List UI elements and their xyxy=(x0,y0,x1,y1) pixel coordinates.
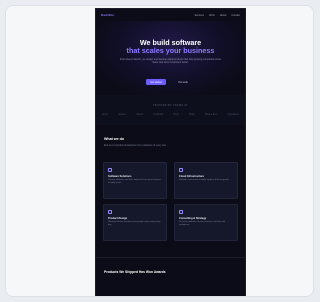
services-subtitle: End-to-end product development for compa… xyxy=(104,145,167,147)
nav-link-about[interactable]: About xyxy=(220,14,227,17)
chart-icon xyxy=(179,210,183,214)
cloud-icon xyxy=(179,168,183,172)
nav-links: Services Work About Contact xyxy=(194,14,240,17)
logo-accent-text: Site xyxy=(108,13,114,17)
products-title: Products We Shipped Has Won Awards xyxy=(104,270,166,274)
client-logo-row: Acme Globex Initech Umbrella Hooli Stark… xyxy=(102,113,239,116)
hero-title: We build software that scales your busin… xyxy=(96,39,245,55)
top-nav: DarkSite Services Work About Contact xyxy=(96,9,245,21)
service-card-cloud[interactable]: Cloud Infrastructure Reliable, secure an… xyxy=(174,162,238,199)
trusted-by-strip: TRUSTED BY TEAMS AT Acme Globex Initech … xyxy=(96,95,245,125)
nav-link-work[interactable]: Work xyxy=(209,14,215,17)
service-desc: Research-driven interfaces that people e… xyxy=(108,221,161,226)
nav-link-contact[interactable]: Contact xyxy=(231,14,240,17)
website-screenshot: DarkSite Services Work About Contact We … xyxy=(96,9,245,296)
site-logo[interactable]: DarkSite xyxy=(101,13,114,17)
pen-icon xyxy=(108,210,112,214)
trusted-label: TRUSTED BY TEAMS AT xyxy=(153,104,188,107)
service-card-design[interactable]: Product Design Research-driven interface… xyxy=(103,204,167,241)
hero-section: We build software that scales your busin… xyxy=(96,21,245,95)
get-started-button[interactable]: Get started xyxy=(146,79,166,85)
client-logo: Hooli xyxy=(173,113,179,116)
client-logo: Globex xyxy=(118,113,126,116)
service-desc: Custom platforms and tools tailored to h… xyxy=(108,179,161,184)
section-divider xyxy=(96,257,245,258)
hero-subtitle: From idea to launch, we design and devel… xyxy=(119,58,222,65)
hero-title-line2: that scales your business xyxy=(126,46,215,55)
code-icon xyxy=(108,168,112,172)
nav-link-services[interactable]: Services xyxy=(194,14,204,17)
service-title: Product Design xyxy=(108,217,128,220)
service-title: Consulting & Strategy xyxy=(179,217,207,220)
service-desc: Reliable, secure and scalable systems bu… xyxy=(179,179,230,181)
client-logo: Umbrella xyxy=(153,113,164,116)
service-title: Cloud Infrastructure xyxy=(179,175,204,178)
client-logo: Cyberdyne xyxy=(227,113,239,116)
services-title: What we do xyxy=(104,137,124,141)
our-work-button[interactable]: Our work xyxy=(172,79,194,85)
service-title: Software Solutions xyxy=(108,175,132,178)
service-card-consulting[interactable]: Consulting & Strategy Technical guidance… xyxy=(174,204,238,241)
client-logo: Acme xyxy=(102,113,109,116)
client-logo: Stark xyxy=(189,113,195,116)
preview-card: DarkSite Services Work About Contact We … xyxy=(5,5,314,297)
client-logo: Wayne Ent. xyxy=(204,113,218,116)
service-card-software[interactable]: Software Solutions Custom platforms and … xyxy=(103,162,167,199)
client-logo: Initech xyxy=(136,113,144,116)
service-desc: Technical guidance to plan, prioritize a… xyxy=(179,221,226,226)
